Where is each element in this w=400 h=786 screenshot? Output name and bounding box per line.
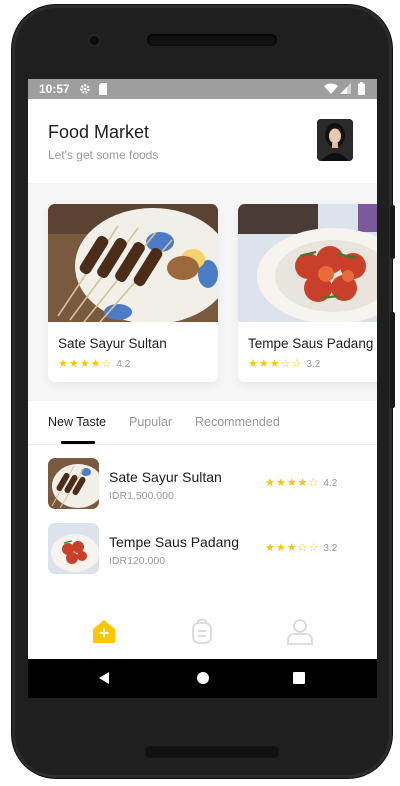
- star-empty-icon: ☆: [297, 542, 308, 554]
- order-icon[interactable]: [188, 617, 216, 645]
- star-filled-icon: ★: [265, 542, 275, 554]
- featured-carousel[interactable]: Sate Sayur Sultan ★ ★ ★ ★ ☆ 4.2 Tempe Sa…: [28, 183, 377, 401]
- rating: ★ ★ ★ ☆ ☆ 3.2: [248, 359, 321, 371]
- star-empty-icon: ☆: [291, 358, 302, 370]
- app-header: Food Market Let's get some foods: [28, 99, 377, 183]
- tab-new-taste[interactable]: New Taste: [48, 415, 106, 429]
- category-tabs: New Taste Pupular Recommended: [28, 401, 377, 445]
- status-bar: 10:57: [28, 79, 377, 99]
- list-item-title: Tempe Saus Padang: [109, 534, 239, 550]
- front-camera: [90, 36, 99, 45]
- star-filled-icon: ★: [68, 358, 79, 370]
- bottom-nav: [28, 605, 377, 659]
- back-icon[interactable]: [96, 670, 112, 686]
- food-image-sate: [48, 204, 218, 322]
- list-item-title: Sate Sayur Sultan: [109, 469, 222, 485]
- star-filled-icon: ★: [269, 358, 280, 370]
- signal-icon: [340, 83, 351, 94]
- star-filled-icon: ★: [286, 542, 297, 554]
- active-tab-indicator: [61, 441, 95, 444]
- star-filled-icon: ★: [90, 358, 101, 370]
- earpiece-speaker: [147, 34, 277, 46]
- star-filled-icon: ★: [297, 477, 308, 489]
- featured-card[interactable]: Sate Sayur Sultan ★ ★ ★ ★ ☆ 4.2: [48, 204, 218, 382]
- featured-card-title: Sate Sayur Sultan: [58, 336, 167, 351]
- list-item-image: [48, 523, 99, 574]
- page-title: Food Market: [48, 122, 150, 142]
- star-filled-icon: ★: [248, 358, 258, 370]
- home-system-icon[interactable]: [195, 670, 211, 686]
- star-rating: ★ ★ ★ ★ ☆: [265, 478, 319, 489]
- system-nav-bar: [28, 659, 377, 698]
- bottom-speaker: [145, 746, 279, 758]
- star-filled-icon: ★: [286, 477, 297, 489]
- rating: ★ ★ ★ ☆ ☆ 3.2: [265, 543, 338, 555]
- star-empty-icon: ☆: [308, 477, 319, 489]
- star-filled-icon: ★: [258, 358, 269, 370]
- rating-value: 3.2: [306, 359, 321, 370]
- star-empty-icon: ☆: [308, 542, 319, 554]
- list-item[interactable]: Tempe Saus Padang IDR120.000 ★ ★ ★ ☆ ☆ 3…: [28, 523, 377, 579]
- rating-value: 4.2: [116, 359, 131, 370]
- status-time: 10:57: [39, 82, 70, 96]
- featured-card-title: Tempe Saus Padang: [248, 336, 374, 351]
- star-filled-icon: ★: [265, 477, 275, 489]
- star-filled-icon: ★: [275, 477, 286, 489]
- star-empty-icon: ☆: [280, 358, 291, 370]
- rating-value: 4.2: [323, 478, 338, 489]
- star-rating: ★ ★ ★ ☆ ☆: [265, 543, 319, 554]
- home-icon[interactable]: [90, 617, 118, 645]
- featured-card[interactable]: Tempe Saus Padang ★ ★ ★ ☆ ☆ 3.2: [238, 204, 377, 382]
- list-item[interactable]: Sate Sayur Sultan IDR1.500.000 ★ ★ ★ ★ ☆…: [28, 458, 377, 514]
- page-subtitle: Let's get some foods: [48, 148, 159, 162]
- avatar-photo: [317, 119, 353, 161]
- star-empty-icon: ☆: [101, 358, 112, 370]
- app-screen: 10:57 Food Market Let's get some foods S…: [28, 79, 377, 698]
- battery-icon: [358, 82, 365, 95]
- star-rating: ★ ★ ★ ☆ ☆: [248, 359, 302, 370]
- sd-card-icon: [99, 83, 107, 95]
- rating: ★ ★ ★ ★ ☆ 4.2: [58, 359, 131, 371]
- rating: ★ ★ ★ ★ ☆ 4.2: [265, 478, 338, 490]
- rating-value: 3.2: [323, 543, 338, 554]
- recents-icon[interactable]: [291, 670, 307, 686]
- food-list: Sate Sayur Sultan IDR1.500.000 ★ ★ ★ ★ ☆…: [28, 445, 377, 620]
- gear-icon: [80, 84, 90, 94]
- tab-recommended[interactable]: Recommended: [195, 415, 280, 429]
- star-rating: ★ ★ ★ ★ ☆: [58, 359, 112, 370]
- star-filled-icon: ★: [275, 542, 286, 554]
- star-filled-icon: ★: [79, 358, 90, 370]
- profile-icon[interactable]: [286, 617, 314, 645]
- list-item-price: IDR120.000: [109, 555, 166, 567]
- user-avatar[interactable]: [317, 119, 353, 161]
- list-item-image: [48, 458, 99, 509]
- wifi-icon: [324, 83, 338, 94]
- list-item-price: IDR1.500.000: [109, 490, 174, 502]
- volume-button: [390, 312, 395, 408]
- power-button: [390, 205, 395, 259]
- food-image-tempe: [238, 204, 377, 322]
- tab-popular[interactable]: Pupular: [129, 415, 172, 429]
- star-filled-icon: ★: [58, 358, 68, 370]
